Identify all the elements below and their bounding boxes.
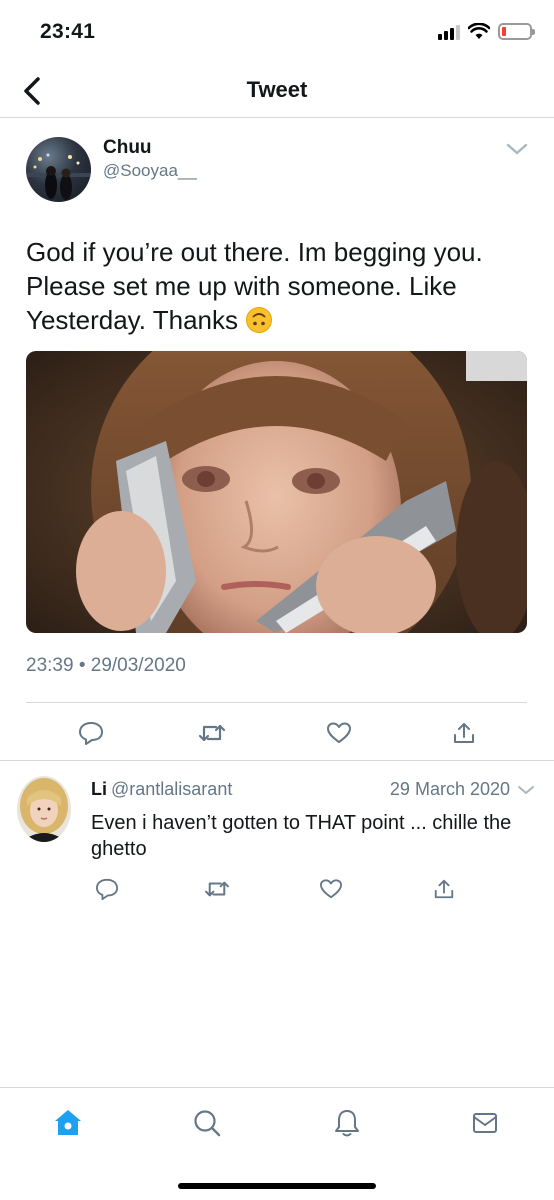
author-name[interactable]: Chuu	[103, 137, 152, 159]
page-title: Tweet	[246, 77, 308, 102]
retweet-button[interactable]	[202, 875, 232, 903]
reply-text: Even i haven’t gotten to THAT point ... …	[91, 812, 512, 860]
reply-options-button[interactable]	[516, 782, 536, 798]
tab-home[interactable]	[51, 1106, 85, 1140]
status-time: 23:41	[40, 20, 96, 43]
avatar[interactable]	[26, 137, 91, 202]
like-button[interactable]	[324, 719, 354, 747]
divider	[0, 760, 554, 761]
heart-icon	[327, 722, 351, 743]
reply-icon	[79, 722, 103, 745]
share-button[interactable]	[429, 875, 459, 903]
bell-icon	[335, 1110, 359, 1137]
chevron-down-icon	[518, 786, 534, 794]
reply-icon	[95, 878, 118, 900]
status-bar: 23:41	[0, 0, 554, 64]
tab-messages[interactable]	[468, 1106, 502, 1140]
tab-search[interactable]	[190, 1106, 224, 1140]
mail-icon	[473, 1113, 497, 1133]
author-handle[interactable]: @Sooyaa__	[103, 161, 197, 181]
share-icon	[454, 723, 474, 743]
reply-header: Li @rantlalisarant	[91, 779, 232, 800]
tweet-actions	[0, 719, 554, 749]
reply-button[interactable]	[76, 719, 106, 747]
upside-down-face-emoji-icon	[246, 307, 273, 333]
status-icons	[438, 23, 535, 40]
avatar[interactable]	[17, 776, 71, 842]
signal-icon	[438, 24, 460, 40]
like-button[interactable]	[316, 875, 346, 903]
home-icon	[55, 1110, 81, 1135]
retweet-icon	[205, 881, 229, 897]
share-icon	[434, 879, 454, 899]
battery-icon	[498, 23, 535, 40]
reply-actions	[0, 875, 554, 903]
search-icon	[194, 1110, 221, 1137]
reply-author-handle[interactable]: @rantlalisarant	[111, 779, 232, 799]
nav-bar: Tweet	[0, 64, 554, 118]
tweet-options-button[interactable]	[504, 139, 530, 159]
retweet-button[interactable]	[197, 719, 227, 747]
reply-date: 29 March 2020	[389, 779, 510, 799]
reply-button[interactable]	[92, 875, 122, 903]
tweet-image[interactable]	[26, 351, 527, 633]
wifi-icon	[468, 23, 490, 39]
retweet-icon	[198, 724, 226, 742]
divider	[26, 702, 527, 703]
tab-bar	[0, 1087, 554, 1200]
chevron-down-icon	[506, 143, 528, 155]
tweet-text: God if you’re out there. Im begging you.…	[26, 235, 526, 337]
home-indicator[interactable]	[178, 1183, 376, 1189]
share-button[interactable]	[449, 719, 479, 747]
tab-notifications[interactable]	[330, 1106, 364, 1140]
reply-author-name[interactable]: Li	[91, 779, 107, 799]
tweet-timestamp: 23:39 • 29/03/2020	[26, 655, 186, 676]
heart-icon	[319, 879, 342, 899]
